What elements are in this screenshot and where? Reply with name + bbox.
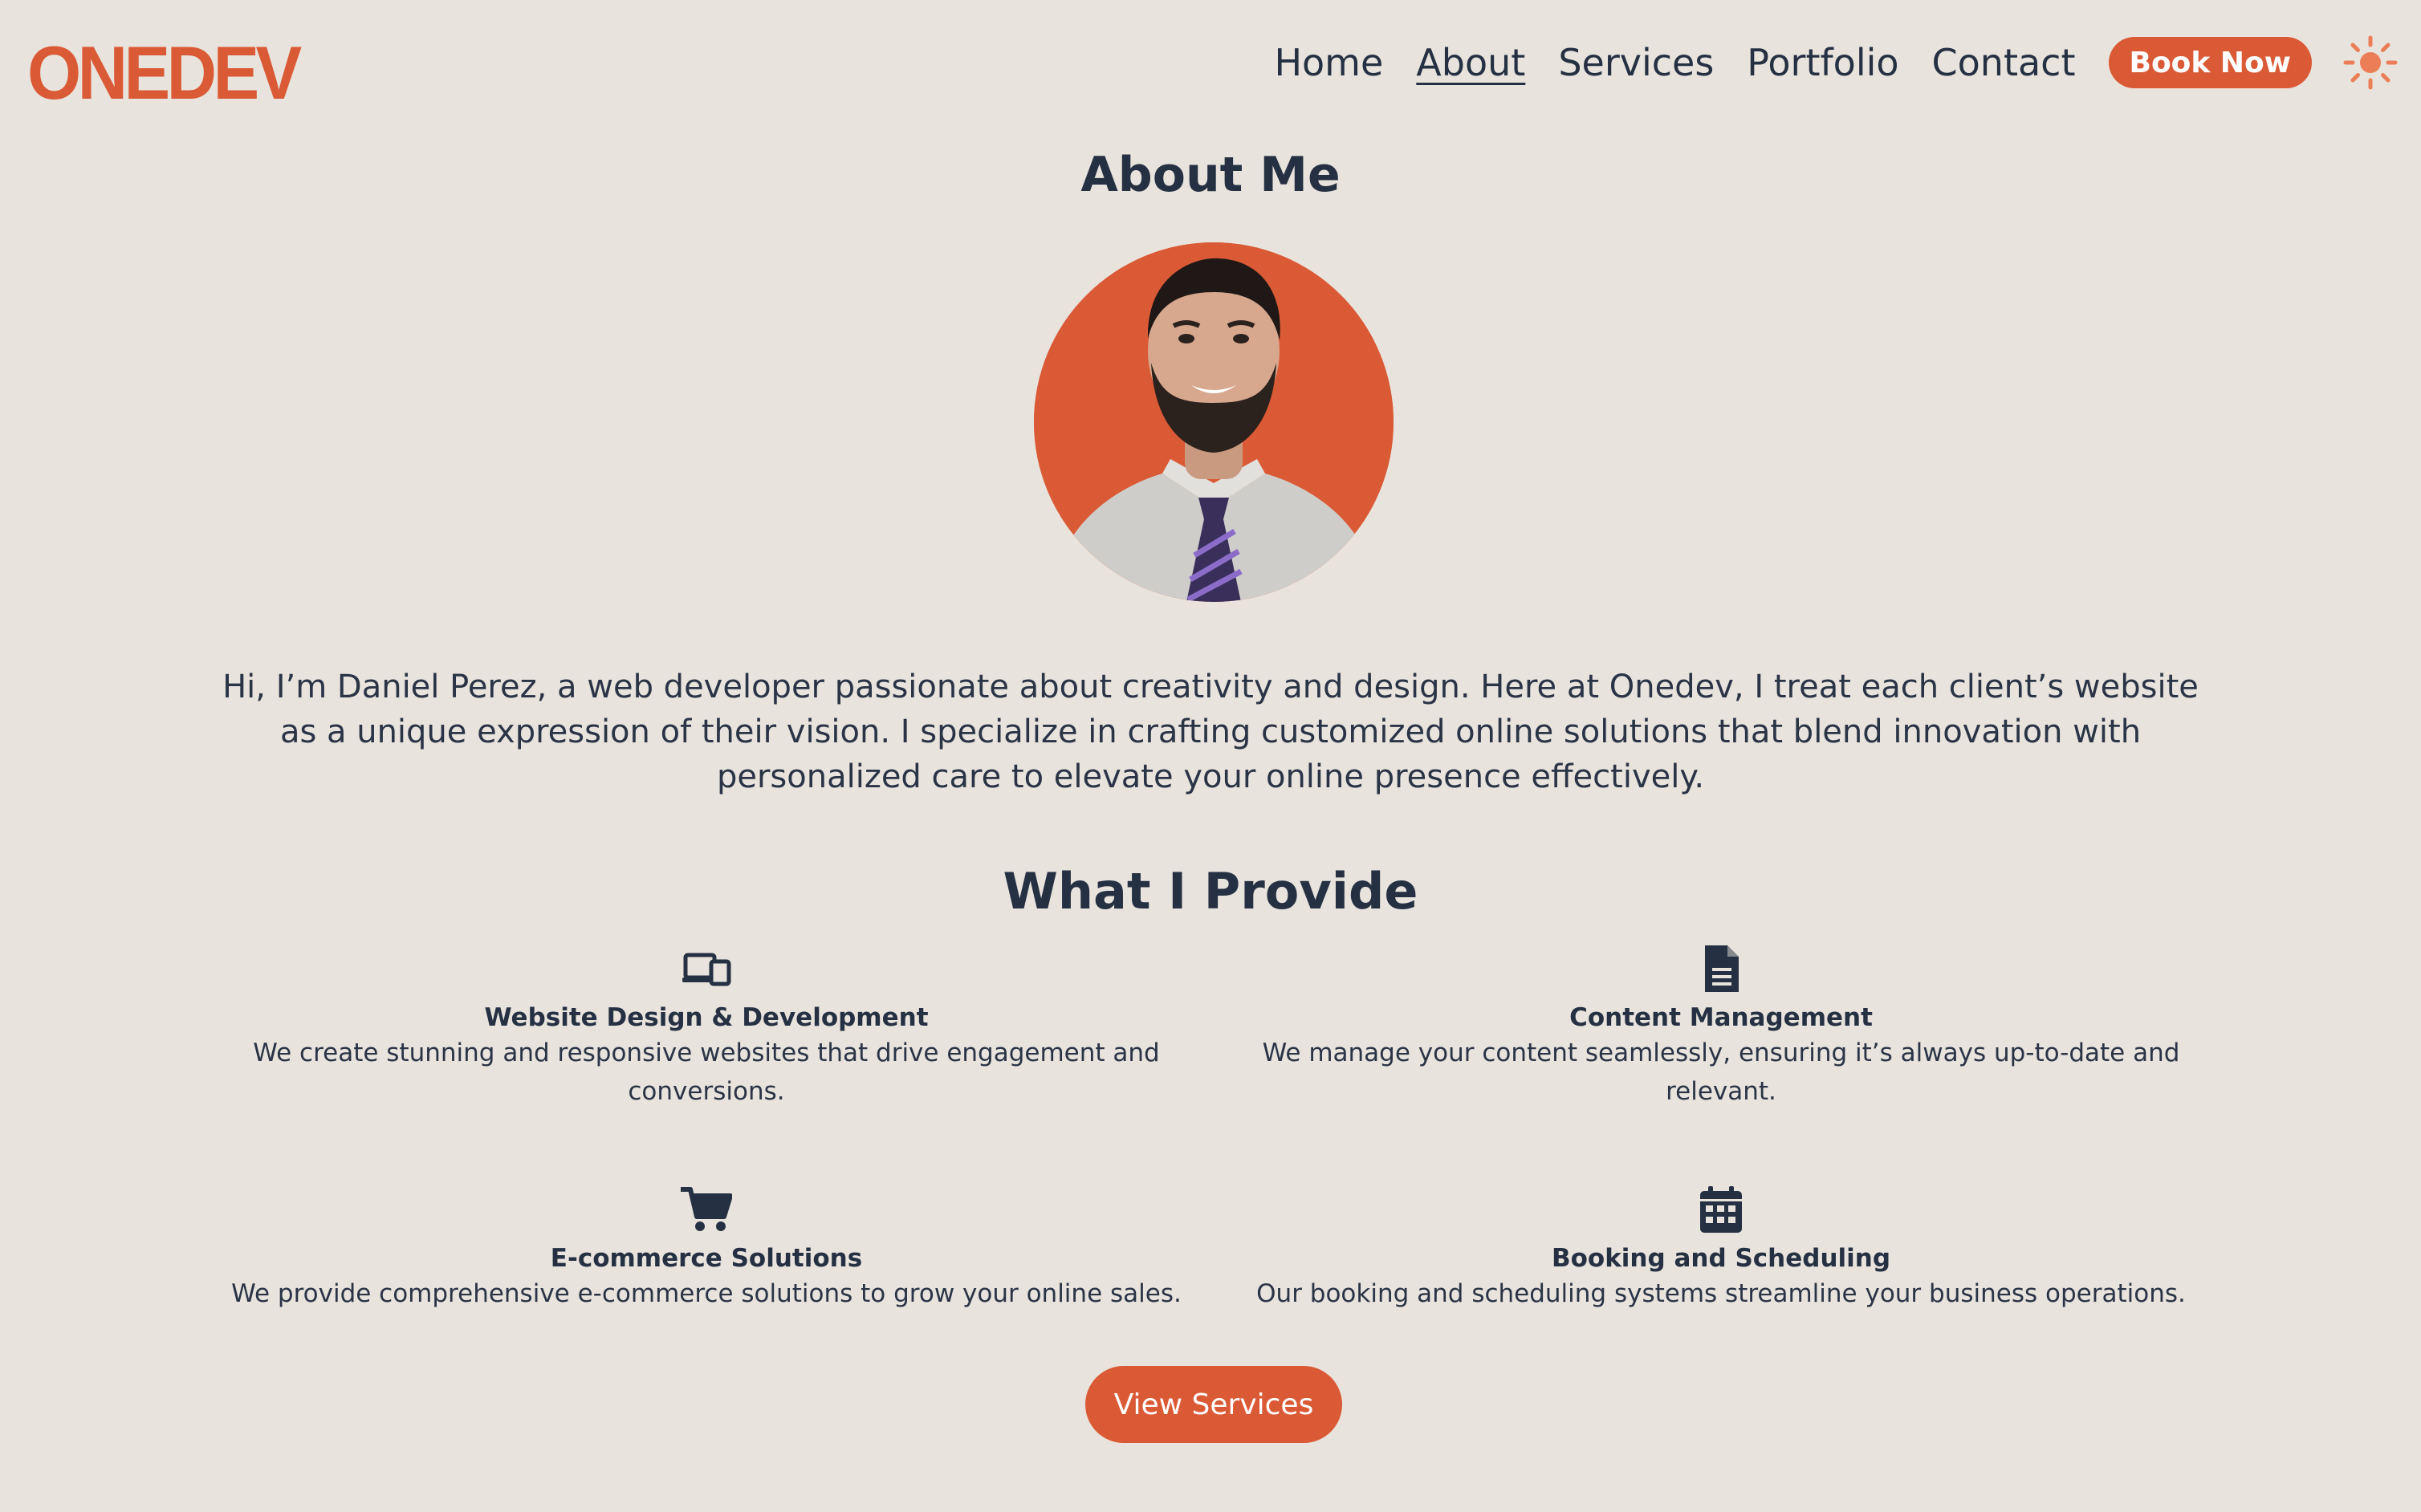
about-heading: About Me: [1080, 147, 1341, 203]
calendar-icon: [1231, 1186, 2211, 1233]
service-title: E-commerce Solutions: [550, 1244, 863, 1273]
nav-home[interactable]: Home: [1274, 44, 1383, 81]
service-title: Booking and Scheduling: [1551, 1244, 1891, 1273]
service-card-web-design: Website Design & Development We create s…: [217, 945, 1196, 1111]
service-card-content-management: Content Management We manage your conten…: [1231, 945, 2211, 1111]
nav-services[interactable]: Services: [1558, 44, 1714, 81]
service-description: We manage your content seamlessly, ensur…: [1262, 1038, 2180, 1106]
cart-icon: [217, 1186, 1196, 1233]
main-nav: Home About Services Portfolio Contact Bo…: [1274, 30, 2399, 95]
devices-icon: [217, 945, 1196, 992]
service-card-booking: Booking and Scheduling Our booking and s…: [1231, 1186, 2211, 1313]
book-now-button[interactable]: Book Now: [2108, 37, 2312, 88]
nav-portfolio[interactable]: Portfolio: [1747, 44, 1898, 81]
profile-photo: [1034, 242, 1394, 602]
about-bio: Hi, I’m Daniel Perez, a web developer pa…: [222, 669, 2199, 795]
document-icon: [1231, 945, 2211, 992]
nav-contact[interactable]: Contact: [1932, 44, 2076, 81]
sun-icon[interactable]: [2342, 35, 2399, 91]
service-description: Our booking and scheduling systems strea…: [1256, 1279, 2186, 1308]
service-title: Content Management: [1569, 1003, 1873, 1032]
service-title: Website Design & Development: [484, 1003, 929, 1032]
provide-heading: What I Provide: [1003, 862, 1418, 921]
service-description: We create stunning and responsive websit…: [253, 1038, 1160, 1106]
nav-about[interactable]: About: [1416, 44, 1525, 81]
brand-logo[interactable]: ONEDEV: [27, 35, 302, 111]
service-card-ecommerce: E-commerce Solutions We provide comprehe…: [217, 1186, 1196, 1313]
service-description: We provide comprehensive e-commerce solu…: [231, 1279, 1182, 1308]
view-services-button[interactable]: View Services: [1085, 1366, 1342, 1443]
